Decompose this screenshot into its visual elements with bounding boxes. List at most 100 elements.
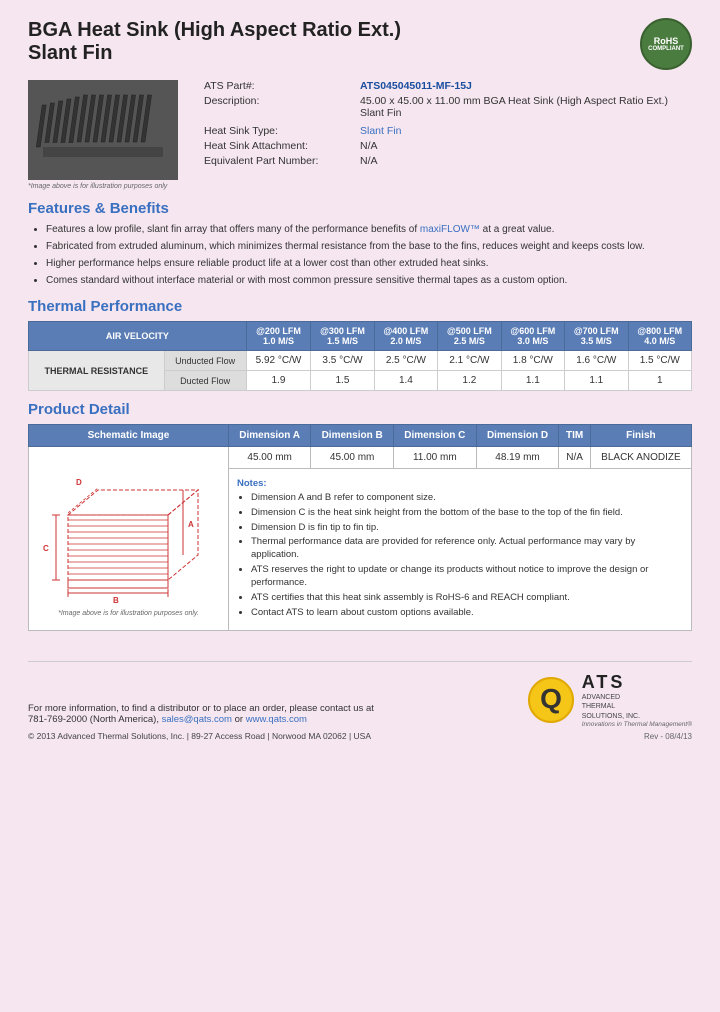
equiv-value: N/A bbox=[360, 155, 378, 167]
attachment-value: N/A bbox=[360, 140, 378, 152]
footer-right: Q ATS ADVANCEDTHERMALSOLUTIONS, INC. Inn… bbox=[526, 672, 692, 740]
ducted-600: 1.1 bbox=[501, 371, 564, 391]
notes-list: Dimension A and B refer to component siz… bbox=[251, 492, 683, 619]
unducted-700: 1.6 °C/W bbox=[565, 351, 628, 371]
header-row: BGA Heat Sink (High Aspect Ratio Ext.) S… bbox=[28, 18, 692, 70]
schematic-header: Schematic Image bbox=[29, 425, 229, 447]
footer-left: For more information, to find a distribu… bbox=[28, 703, 374, 741]
rohs-compliant: COMPLIANT bbox=[648, 46, 684, 52]
col-400: @400 LFM2.0 M/S bbox=[374, 322, 437, 351]
image-caption: *Image above is for illustration purpose… bbox=[28, 183, 188, 190]
ducted-500: 1.2 bbox=[438, 371, 501, 391]
rohs-badge: RoHS COMPLIANT bbox=[640, 18, 692, 70]
product-image-block: *Image above is for illustration purpose… bbox=[28, 80, 188, 190]
ats-logo: Q ATS ADVANCEDTHERMALSOLUTIONS, INC. Inn… bbox=[526, 672, 692, 727]
finish-header: Finish bbox=[590, 425, 691, 447]
footer-phone: 781-769-2000 (North America), bbox=[28, 714, 159, 725]
attachment-label: Heat Sink Attachment: bbox=[204, 140, 354, 152]
rohs-text: RoHS bbox=[654, 36, 679, 46]
feature-2: Fabricated from extruded aluminum, which… bbox=[46, 240, 692, 254]
ats-tagline: Innovations in Thermal Management® bbox=[582, 721, 692, 728]
footer-copyright: © 2013 Advanced Thermal Solutions, Inc. … bbox=[28, 731, 374, 741]
svg-text:B: B bbox=[113, 596, 119, 605]
footer-contact: For more information, to find a distribu… bbox=[28, 703, 374, 725]
unducted-label: Unducted Flow bbox=[164, 351, 246, 371]
footer-website[interactable]: www.qats.com bbox=[246, 714, 307, 725]
ducted-200: 1.9 bbox=[246, 371, 311, 391]
col-600: @600 LFM3.0 M/S bbox=[501, 322, 564, 351]
unducted-800: 1.5 °C/W bbox=[628, 351, 692, 371]
title-block: BGA Heat Sink (High Aspect Ratio Ext.) S… bbox=[28, 18, 401, 65]
tim-header: TIM bbox=[559, 425, 590, 447]
part-value: ATS045045011-MF-15J bbox=[360, 80, 472, 92]
dim-b-header: Dimension B bbox=[311, 425, 394, 447]
col-800: @800 LFM4.0 M/S bbox=[628, 322, 692, 351]
svg-text:Q: Q bbox=[540, 683, 562, 714]
part-label: ATS Part#: bbox=[204, 80, 354, 92]
page: BGA Heat Sink (High Aspect Ratio Ext.) S… bbox=[0, 0, 720, 751]
col-200: @200 LFM1.0 M/S bbox=[246, 322, 311, 351]
svg-text:C: C bbox=[43, 544, 49, 553]
ducted-700: 1.1 bbox=[565, 371, 628, 391]
dim-a-header: Dimension A bbox=[229, 425, 311, 447]
svg-text:D: D bbox=[76, 478, 82, 487]
detail-table: Schematic Image Dimension A Dimension B … bbox=[28, 424, 692, 631]
dim-c-header: Dimension C bbox=[393, 425, 476, 447]
part-row: ATS Part#: ATS045045011-MF-15J bbox=[204, 80, 692, 92]
ducted-300: 1.5 bbox=[311, 371, 374, 391]
desc-row: Description: 45.00 x 45.00 x 11.00 mm BG… bbox=[204, 95, 692, 119]
product-image bbox=[28, 80, 178, 180]
air-velocity-header: AIR VELOCITY bbox=[29, 322, 247, 351]
schematic-caption: *Image above is for illustration purpose… bbox=[33, 610, 224, 617]
thermal-table: AIR VELOCITY @200 LFM1.0 M/S @300 LFM1.5… bbox=[28, 321, 692, 391]
note-4: Thermal performance data are provided fo… bbox=[251, 536, 683, 562]
equiv-label: Equivalent Part Number: bbox=[204, 155, 354, 167]
footer-email[interactable]: sales@qats.com bbox=[162, 714, 232, 725]
unducted-300: 3.5 °C/W bbox=[311, 351, 374, 371]
thermal-resistance-label: THERMAL RESISTANCE bbox=[29, 351, 165, 391]
feature-1: Features a low profile, slant fin array … bbox=[46, 223, 692, 237]
schematic-drawing: C B A D bbox=[38, 465, 218, 605]
col-500: @500 LFM2.5 M/S bbox=[438, 322, 501, 351]
svg-text:A: A bbox=[188, 520, 194, 529]
type-row: Heat Sink Type: Slant Fin bbox=[204, 125, 692, 137]
note-3: Dimension D is fin tip to fin tip. bbox=[251, 522, 683, 535]
schematic-cell: C B A D bbox=[29, 447, 229, 631]
unducted-400: 2.5 °C/W bbox=[374, 351, 437, 371]
footer-or: or bbox=[235, 714, 246, 725]
unducted-row: THERMAL RESISTANCE Unducted Flow 5.92 °C… bbox=[29, 351, 692, 371]
unducted-600: 1.8 °C/W bbox=[501, 351, 564, 371]
ducted-label: Ducted Flow bbox=[164, 371, 246, 391]
type-label: Heat Sink Type: bbox=[204, 125, 354, 137]
unducted-200: 5.92 °C/W bbox=[246, 351, 311, 371]
attachment-row: Heat Sink Attachment: N/A bbox=[204, 140, 692, 152]
product-detail-title: Product Detail bbox=[28, 401, 692, 418]
schematic-image-container: C B A D bbox=[33, 460, 223, 610]
title-line1: BGA Heat Sink (High Aspect Ratio Ext.) bbox=[28, 18, 401, 42]
note-7: Contact ATS to learn about custom option… bbox=[251, 607, 683, 620]
dim-values-row: C B A D bbox=[29, 447, 692, 469]
finish-value: BLACK ANODIZE bbox=[590, 447, 691, 469]
dim-d-value: 48.19 mm bbox=[476, 447, 559, 469]
unducted-500: 2.1 °C/W bbox=[438, 351, 501, 371]
notes-block: Notes: Dimension A and B refer to compon… bbox=[233, 474, 687, 625]
product-info-row: *Image above is for illustration purpose… bbox=[28, 80, 692, 190]
rev-text: Rev - 08/4/13 bbox=[644, 732, 692, 741]
type-value: Slant Fin bbox=[360, 125, 401, 137]
desc-label: Description: bbox=[204, 95, 354, 119]
notes-title: Notes: bbox=[237, 478, 683, 489]
ats-text: ATS ADVANCEDTHERMALSOLUTIONS, INC. Innov… bbox=[582, 672, 692, 727]
dim-c-value: 11.00 mm bbox=[393, 447, 476, 469]
ducted-800: 1 bbox=[628, 371, 692, 391]
ducted-400: 1.4 bbox=[374, 371, 437, 391]
title-line2: Slant Fin bbox=[28, 42, 401, 65]
col-700: @700 LFM3.5 M/S bbox=[565, 322, 628, 351]
tim-value: N/A bbox=[559, 447, 590, 469]
features-title: Features & Benefits bbox=[28, 200, 692, 217]
note-1: Dimension A and B refer to component siz… bbox=[251, 492, 683, 505]
ats-q-logo: Q bbox=[526, 675, 576, 725]
note-2: Dimension C is the heat sink height from… bbox=[251, 507, 683, 520]
feature-4: Comes standard without interface materia… bbox=[46, 274, 692, 288]
footer-section: For more information, to find a distribu… bbox=[28, 661, 692, 740]
ats-full: ADVANCEDTHERMALSOLUTIONS, INC. bbox=[582, 693, 692, 720]
